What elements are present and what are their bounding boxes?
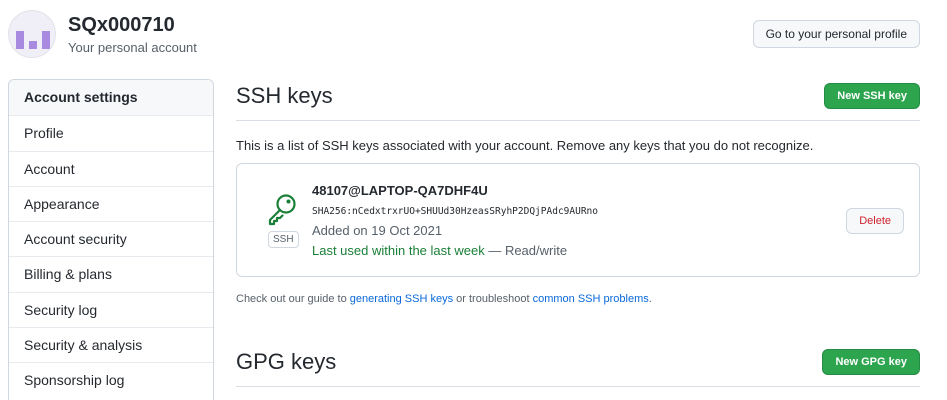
main-content: SSH keys New SSH key This is a list of S… — [236, 79, 920, 387]
new-gpg-key-button[interactable]: New GPG key — [822, 349, 920, 375]
gpg-keys-title: GPG keys — [236, 349, 337, 374]
common-ssh-problems-link[interactable]: common SSH problems — [533, 293, 649, 305]
guide-middle: or troubleshoot — [453, 293, 533, 305]
delete-ssh-key-button[interactable]: Delete — [846, 208, 904, 234]
sidebar-item-security-analysis[interactable]: Security & analysis — [9, 327, 213, 362]
account-header: SQx000710 Your personal account Go to yo… — [8, 10, 920, 60]
gpg-section-header: GPG keys New GPG key — [236, 345, 920, 387]
sidebar-item-account-security[interactable]: Account security — [9, 221, 213, 256]
ssh-key-usage: Last used within the last week — Read/wr… — [312, 243, 567, 258]
ssh-key-name: 48107@LAPTOP-QA7DHF4U — [312, 183, 488, 198]
generating-ssh-keys-link[interactable]: generating SSH keys — [350, 293, 453, 305]
sidebar-item-sponsorship-log[interactable]: Sponsorship log — [9, 362, 213, 397]
sidebar-item-profile[interactable]: Profile — [9, 115, 213, 150]
username[interactable]: SQx000710 — [68, 14, 175, 37]
avatar[interactable] — [8, 10, 56, 58]
ssh-key-item: SSH 48107@LAPTOP-QA7DHF4U SHA256:nCedxtr… — [236, 163, 920, 277]
guide-suffix: . — [648, 293, 652, 305]
account-type-label: Your personal account — [68, 40, 197, 55]
sidebar-item-appearance[interactable]: Appearance — [9, 185, 213, 221]
key-icon — [268, 194, 296, 226]
go-to-profile-button[interactable]: Go to your personal profile — [752, 20, 920, 48]
ssh-description: This is a list of SSH keys associated wi… — [236, 138, 814, 153]
sidebar-item-billing-plans[interactable]: Billing & plans — [9, 256, 213, 291]
ssh-guide-text: Check out our guide to generating SSH ke… — [236, 293, 920, 305]
settings-sidebar: Account settings Profile Account Appeara… — [8, 79, 214, 400]
sidebar-header-account-settings: Account settings — [9, 80, 213, 116]
ssh-key-added-date: Added on 19 Oct 2021 — [312, 223, 443, 238]
ssh-type-badge: SSH — [268, 231, 299, 248]
ssh-keys-title: SSH keys — [236, 83, 333, 108]
ssh-key-fingerprint: SHA256:nCedxtrxrUO+SHUUd30HzeasSRyhP2DQj… — [312, 206, 598, 217]
ssh-key-access: — Read/write — [484, 243, 568, 258]
guide-prefix: Check out our guide to — [236, 293, 350, 305]
sidebar-item-security-log[interactable]: Security log — [9, 291, 213, 327]
sidebar-item-account[interactable]: Account — [9, 150, 213, 186]
ssh-section-header: SSH keys New SSH key — [236, 79, 920, 121]
new-ssh-key-button[interactable]: New SSH key — [824, 83, 920, 109]
ssh-key-last-used: Last used within the last week — [312, 243, 485, 258]
